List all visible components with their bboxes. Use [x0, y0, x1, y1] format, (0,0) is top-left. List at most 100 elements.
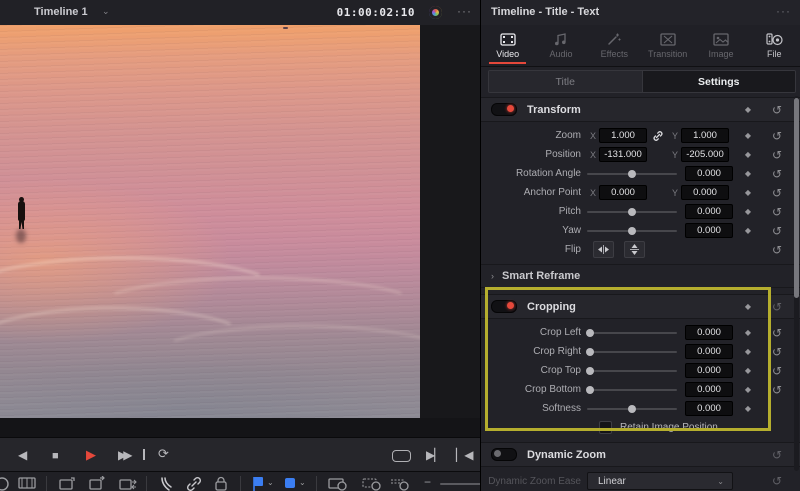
- smart-reframe-section[interactable]: › Smart Reframe: [481, 264, 800, 288]
- keyframe-diamond-icon[interactable]: ◆: [733, 226, 763, 235]
- yaw-slider[interactable]: [587, 230, 677, 232]
- subtab-title[interactable]: Title: [489, 71, 643, 92]
- inspector-scrollbar-thumb[interactable]: [794, 98, 799, 298]
- flag-color-chevron-icon[interactable]: ⌄: [267, 478, 274, 487]
- yaw-field[interactable]: 0.000: [685, 223, 733, 238]
- crop-bottom-slider[interactable]: [587, 389, 677, 391]
- subtab-settings[interactable]: Settings: [643, 71, 796, 92]
- reset-icon[interactable]: ↺: [763, 186, 791, 200]
- expand-chevron-icon[interactable]: ›: [491, 271, 494, 281]
- overwrite-clip-icon[interactable]: [88, 476, 106, 491]
- position-x-field[interactable]: -131.000: [599, 147, 647, 162]
- keyframe-diamond-icon[interactable]: ◆: [733, 207, 763, 216]
- flag-icon[interactable]: [252, 476, 264, 491]
- tab-video[interactable]: Video: [481, 25, 534, 66]
- snapshot-icon[interactable]: [362, 476, 382, 491]
- zoom-out-icon[interactable]: −: [424, 475, 431, 489]
- crop-right-field[interactable]: 0.000: [685, 344, 733, 359]
- grab-still-icon[interactable]: [390, 476, 410, 491]
- keyframe-diamond-icon[interactable]: ◆: [733, 385, 763, 394]
- go-to-end-button[interactable]: ▶▏: [426, 447, 442, 463]
- reset-icon[interactable]: ↺: [763, 448, 791, 462]
- crop-left-field[interactable]: 0.000: [685, 325, 733, 340]
- keyframe-diamond-icon[interactable]: ◆: [733, 131, 763, 140]
- crop-top-field[interactable]: 0.000: [685, 363, 733, 378]
- transform-enable-toggle[interactable]: [491, 103, 517, 116]
- reset-icon[interactable]: ↺: [763, 383, 791, 397]
- lock-icon[interactable]: [214, 476, 228, 491]
- anchor-x-field[interactable]: 0.000: [599, 185, 647, 200]
- position-y-field[interactable]: -205.000: [681, 147, 729, 162]
- reset-icon[interactable]: ↺: [763, 224, 791, 238]
- softness-slider[interactable]: [587, 408, 677, 410]
- keyframe-diamond-icon[interactable]: ◆: [733, 404, 763, 413]
- keyframe-diamond-icon[interactable]: ◆: [733, 366, 763, 375]
- timeline-view-icon[interactable]: [328, 476, 348, 491]
- pitch-slider[interactable]: [587, 211, 677, 213]
- zoom-x-field[interactable]: 1.000: [599, 128, 647, 143]
- viewer-options-icon[interactable]: ···: [457, 4, 472, 18]
- crop-top-slider[interactable]: [587, 370, 677, 372]
- reset-icon[interactable]: ↺: [763, 300, 791, 314]
- reset-icon[interactable]: ↺: [763, 129, 791, 143]
- cropping-enable-toggle[interactable]: [491, 300, 517, 313]
- pitch-field[interactable]: 0.000: [685, 204, 733, 219]
- link-xy-icon[interactable]: [647, 130, 669, 142]
- video-tab-icon: [500, 32, 516, 46]
- dynamic-zoom-ease-dropdown[interactable]: Linear ⌄: [587, 472, 733, 490]
- reset-icon[interactable]: ↺: [763, 243, 791, 257]
- crop-left-slider[interactable]: [587, 332, 677, 334]
- timeline-options-icon[interactable]: [0, 476, 10, 491]
- reset-icon[interactable]: ↺: [763, 103, 791, 117]
- keyframe-diamond-icon[interactable]: ◆: [733, 169, 763, 178]
- zoom-y-field[interactable]: 1.000: [681, 128, 729, 143]
- play-button[interactable]: ▶: [86, 447, 96, 463]
- retain-image-position-checkbox[interactable]: [599, 421, 612, 434]
- stop-button[interactable]: ■: [52, 448, 59, 464]
- replace-clip-icon[interactable]: [118, 476, 138, 491]
- trim-edit-mode-icon[interactable]: [18, 476, 36, 491]
- tab-transition[interactable]: Transition: [641, 25, 694, 66]
- loop-range-icon[interactable]: [392, 450, 411, 462]
- fast-forward-button[interactable]: ▶▶: [118, 447, 128, 463]
- link-clips-icon[interactable]: [186, 476, 202, 491]
- keyframe-diamond-icon[interactable]: ◆: [733, 328, 763, 337]
- keyframe-diamond-icon[interactable]: ◆: [733, 150, 763, 159]
- razor-icon[interactable]: [158, 476, 174, 491]
- color-grading-icon[interactable]: [429, 6, 442, 19]
- rewind-button[interactable]: ◀: [18, 447, 27, 463]
- timeline-dropdown-chevron-icon[interactable]: ⌄: [102, 6, 110, 17]
- keyframe-diamond-icon[interactable]: ◆: [733, 105, 763, 114]
- reset-icon[interactable]: ↺: [763, 364, 791, 378]
- reset-icon[interactable]: ↺: [763, 326, 791, 340]
- rotation-angle-slider[interactable]: [587, 173, 677, 175]
- reset-icon[interactable]: ↺: [763, 205, 791, 219]
- softness-field[interactable]: 0.000: [685, 401, 733, 416]
- reset-icon[interactable]: ↺: [763, 345, 791, 359]
- reset-icon[interactable]: ↺: [763, 474, 791, 488]
- timeline-name[interactable]: Timeline 1: [34, 6, 88, 18]
- flip-horizontal-button[interactable]: [593, 241, 614, 258]
- reset-icon[interactable]: ↺: [763, 167, 791, 181]
- reset-icon[interactable]: ↺: [763, 148, 791, 162]
- marker-color-chevron-icon[interactable]: ⌄: [299, 478, 306, 487]
- go-to-start-button[interactable]: ▏◀: [456, 447, 472, 463]
- marker-icon[interactable]: [284, 476, 296, 491]
- anchor-y-field[interactable]: 0.000: [681, 185, 729, 200]
- dynamic-zoom-enable-toggle[interactable]: [491, 448, 517, 461]
- crop-bottom-field[interactable]: 0.000: [685, 382, 733, 397]
- tab-image[interactable]: Image: [694, 25, 747, 66]
- inspector-options-icon[interactable]: ···: [776, 4, 791, 18]
- rotation-angle-field[interactable]: 0.000: [685, 166, 733, 181]
- keyframe-diamond-icon[interactable]: ◆: [733, 347, 763, 356]
- loop-button[interactable]: ⟳: [158, 446, 169, 462]
- tab-file[interactable]: File: [748, 25, 800, 66]
- flip-vertical-button[interactable]: [624, 241, 645, 258]
- tab-effects[interactable]: Effects: [588, 25, 641, 66]
- keyframe-diamond-icon[interactable]: ◆: [733, 188, 763, 197]
- tab-audio[interactable]: Audio: [534, 25, 587, 66]
- video-preview[interactable]: [0, 25, 420, 418]
- keyframe-diamond-icon[interactable]: ◆: [733, 302, 763, 311]
- crop-right-slider[interactable]: [587, 351, 677, 353]
- insert-clip-icon[interactable]: [58, 476, 76, 491]
